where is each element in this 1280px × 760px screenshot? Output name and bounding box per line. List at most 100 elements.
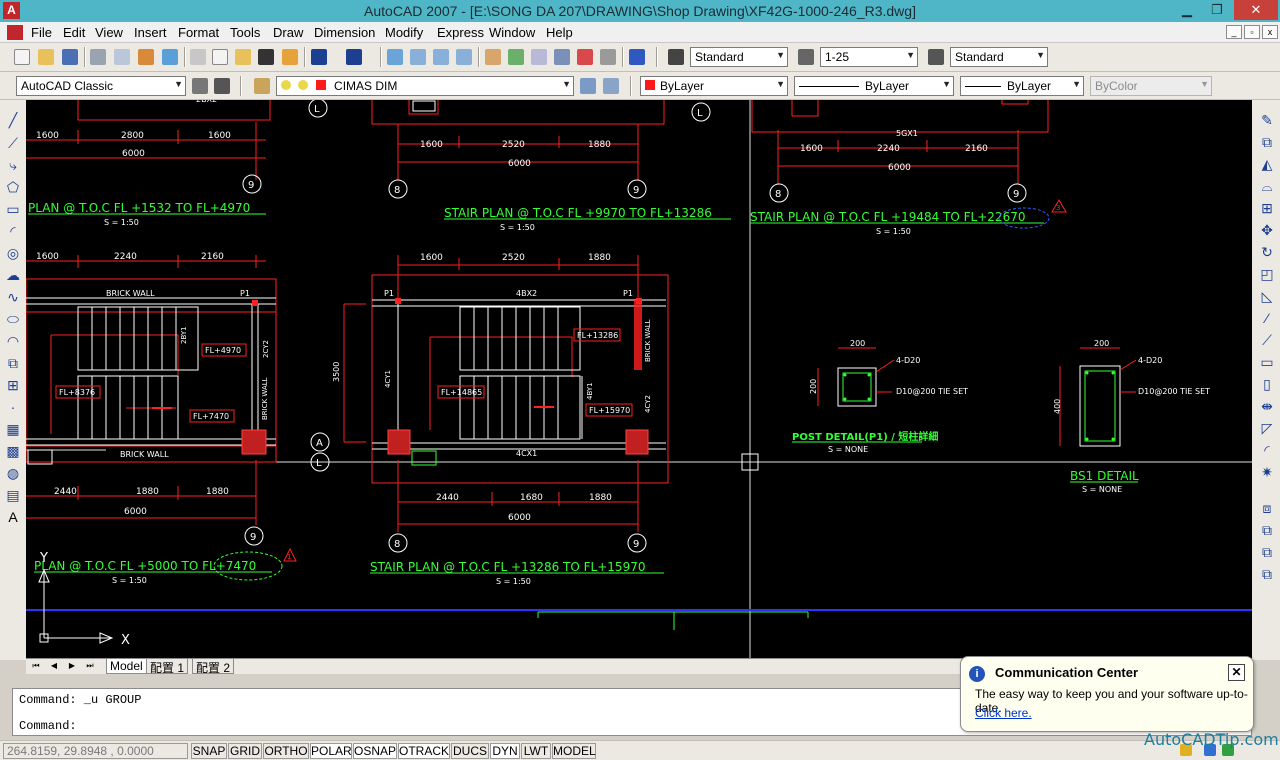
send-under-icon[interactable]: ⧉: [1259, 544, 1275, 560]
hatch-icon[interactable]: ▦: [5, 421, 21, 437]
print-icon[interactable]: [90, 49, 106, 65]
make-object-layer-current-icon[interactable]: [580, 78, 596, 94]
text-style-icon[interactable]: [668, 49, 684, 65]
text-style-select[interactable]: Standard ▼: [690, 47, 788, 67]
grid-toggle[interactable]: GRID: [228, 743, 262, 759]
pan-icon[interactable]: [387, 49, 403, 65]
break-at-point-icon[interactable]: ▭: [1259, 354, 1275, 370]
ducs-toggle[interactable]: DUCS: [451, 743, 489, 759]
layer-manager-icon[interactable]: [254, 78, 270, 94]
drawing-minimize-button[interactable]: _: [1226, 25, 1242, 39]
mirror-icon[interactable]: ◭: [1259, 156, 1275, 172]
click-here-link[interactable]: Click here.: [975, 706, 1032, 720]
new-file-icon[interactable]: [14, 49, 30, 65]
chamfer-icon[interactable]: ◸: [1259, 420, 1275, 436]
make-block-icon[interactable]: ⊞: [5, 377, 21, 393]
zoom-previous-icon[interactable]: [456, 49, 472, 65]
document-menu-icon[interactable]: [7, 25, 23, 40]
ellipse-arc-icon[interactable]: ◠: [5, 333, 21, 349]
first-tab-icon[interactable]: ⏮: [30, 660, 42, 672]
minimize-button[interactable]: ▁: [1172, 0, 1202, 20]
insert-block-icon[interactable]: ⧉: [5, 355, 21, 371]
workspace-save-icon[interactable]: [214, 78, 230, 94]
join-icon[interactable]: ⇼: [1259, 398, 1275, 414]
table-style-select[interactable]: Standard ▼: [950, 47, 1048, 67]
revision-cloud-icon[interactable]: ☁: [5, 267, 21, 283]
sheet-set-icon[interactable]: [554, 49, 570, 65]
multiline-text-icon[interactable]: A: [5, 509, 21, 525]
dyn-toggle[interactable]: DYN: [490, 743, 520, 759]
balloon-close-button[interactable]: ✕: [1228, 664, 1245, 681]
menu-modify[interactable]: Modify: [385, 25, 423, 40]
publish-icon[interactable]: [138, 49, 154, 65]
color-select[interactable]: ByLayer ▼: [640, 76, 788, 96]
calculator-icon[interactable]: [600, 49, 616, 65]
construction-line-icon[interactable]: ⟋: [5, 135, 21, 151]
array-icon[interactable]: ⊞: [1259, 200, 1275, 216]
point-icon[interactable]: ·: [5, 399, 21, 415]
tool-palettes-icon[interactable]: [531, 49, 547, 65]
workspace-settings-icon[interactable]: [192, 78, 208, 94]
cut-icon[interactable]: [190, 49, 206, 65]
send-to-back-icon[interactable]: ⧉: [1259, 566, 1275, 582]
save-icon[interactable]: [62, 49, 78, 65]
drawing-restore-button[interactable]: ▫: [1244, 25, 1260, 39]
fillet-icon[interactable]: ◜: [1259, 442, 1275, 458]
redo-icon[interactable]: [346, 49, 362, 65]
menu-help[interactable]: Help: [546, 25, 573, 40]
extend-icon[interactable]: ⟋: [1259, 332, 1275, 348]
ellipse-icon[interactable]: ⬭: [5, 311, 21, 327]
menu-dimension[interactable]: Dimension: [314, 25, 375, 40]
offset-icon[interactable]: ⌓: [1259, 178, 1275, 194]
menu-window[interactable]: Window: [489, 25, 535, 40]
menu-express[interactable]: Express: [437, 25, 484, 40]
table-style-icon[interactable]: [928, 49, 944, 65]
prev-tab-icon[interactable]: ◀: [48, 660, 60, 672]
zoom-realtime-icon[interactable]: [410, 49, 426, 65]
otrack-toggle[interactable]: OTRACK: [398, 743, 450, 759]
undo-icon[interactable]: [311, 49, 327, 65]
trim-icon[interactable]: ⁄: [1259, 310, 1275, 326]
copy-object-icon[interactable]: ⧉: [1259, 134, 1275, 150]
markup-icon[interactable]: [577, 49, 593, 65]
menu-draw[interactable]: Draw: [273, 25, 303, 40]
gradient-icon[interactable]: ▩: [5, 443, 21, 459]
close-button[interactable]: ✕: [1234, 0, 1278, 20]
layer-previous-icon[interactable]: [603, 78, 619, 94]
arc-icon[interactable]: ◜: [5, 223, 21, 239]
polyline-icon[interactable]: ⤷: [5, 157, 21, 173]
move-icon[interactable]: ✥: [1259, 222, 1275, 238]
tab-layout-1[interactable]: 配置 1: [146, 659, 189, 675]
drawing-close-button[interactable]: x: [1262, 25, 1278, 39]
dim-style-icon[interactable]: [798, 49, 814, 65]
lineweight-select[interactable]: ByLayer ▼: [960, 76, 1084, 96]
menu-insert[interactable]: Insert: [134, 25, 167, 40]
ortho-toggle[interactable]: ORTHO: [263, 743, 309, 759]
workspace-select[interactable]: AutoCAD Classic ▼: [16, 76, 186, 96]
break-icon[interactable]: ▯: [1259, 376, 1275, 392]
snap-toggle[interactable]: SNAP: [191, 743, 227, 759]
plot-preview-icon[interactable]: [114, 49, 130, 65]
match-properties-icon[interactable]: [258, 49, 274, 65]
table-icon[interactable]: ▤: [5, 487, 21, 503]
polar-toggle[interactable]: POLAR: [310, 743, 352, 759]
restore-button[interactable]: ❐: [1202, 0, 1232, 20]
copy-icon[interactable]: [212, 49, 228, 65]
erase-icon[interactable]: ✎: [1259, 112, 1275, 128]
explode-icon[interactable]: ✷: [1259, 464, 1275, 480]
coordinate-readout[interactable]: 264.8159, 29.8948 , 0.0000: [3, 743, 188, 759]
paste-icon[interactable]: [235, 49, 251, 65]
circle-icon[interactable]: ◎: [5, 245, 21, 261]
menu-tools[interactable]: Tools: [230, 25, 260, 40]
tab-model[interactable]: Model: [106, 659, 147, 674]
open-folder-icon[interactable]: [38, 49, 54, 65]
line-icon[interactable]: ╱: [5, 112, 21, 128]
zoom-window-icon[interactable]: [433, 49, 449, 65]
block-editor-icon[interactable]: [282, 49, 298, 65]
polygon-icon[interactable]: ⬠: [5, 179, 21, 195]
menu-format[interactable]: Format: [178, 25, 219, 40]
help-icon[interactable]: [629, 49, 645, 65]
design-center-icon[interactable]: [508, 49, 524, 65]
next-tab-icon[interactable]: ▶: [66, 660, 78, 672]
scale-icon[interactable]: ◰: [1259, 266, 1275, 282]
